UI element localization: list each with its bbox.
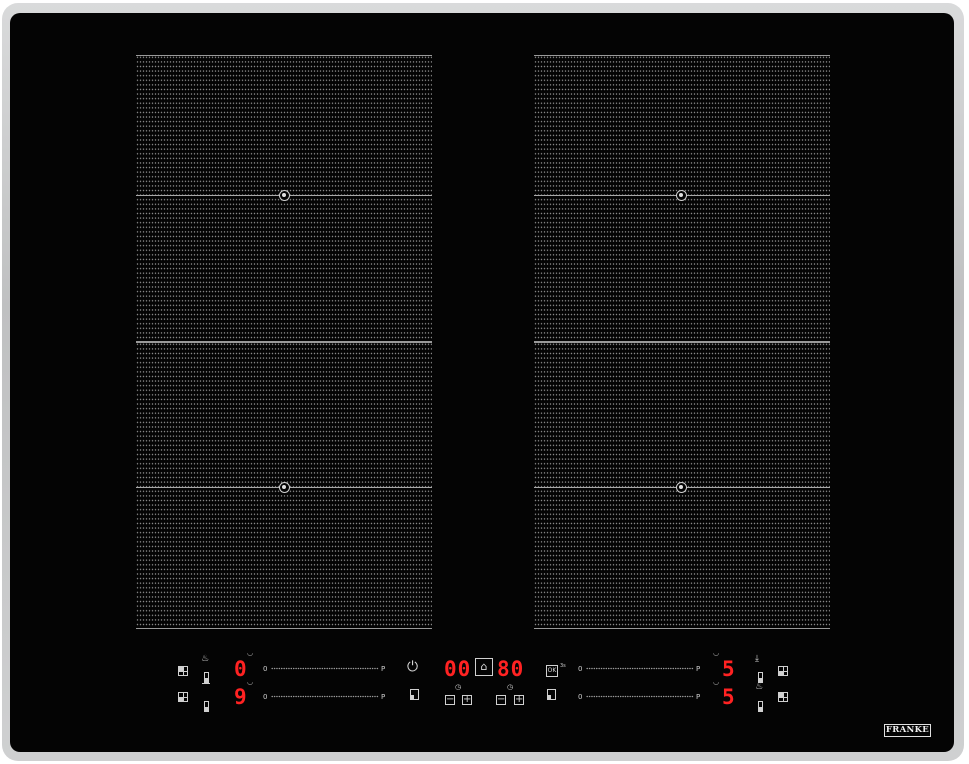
minus-icon[interactable]: − (496, 695, 506, 705)
lock-toggle-icon[interactable] (410, 689, 419, 700)
slider-min-label: 0 (578, 693, 583, 701)
right-bottom-level: 5 (722, 685, 736, 709)
zone-sensor-icon (279, 190, 290, 201)
minus-icon[interactable]: − (445, 695, 455, 705)
timer-mini-icon: ◡ (247, 678, 254, 686)
timer-mini-icon: ◡ (247, 649, 254, 657)
slider-max-label: P (696, 693, 701, 701)
power-slider-left-top[interactable] (271, 667, 379, 670)
zone-select-icon[interactable] (178, 666, 188, 676)
zone-select-icon[interactable] (178, 692, 188, 702)
zone-front-right[interactable] (534, 55, 830, 342)
pan-icon[interactable]: ♨ (201, 654, 209, 664)
timer-mini-icon: ◡ (713, 678, 720, 686)
bridge-toggle-icon[interactable] (204, 701, 209, 712)
zone-select-icon[interactable] (778, 692, 788, 702)
zone-select-icon[interactable] (778, 666, 788, 676)
timer-mini-icon: ◡ (713, 649, 720, 657)
zone-sensor-icon (279, 482, 290, 493)
brand-logo: FRANKE (884, 724, 931, 737)
bridge-bar-icon[interactable] (202, 683, 210, 684)
power-icon[interactable]: ⏻ (407, 660, 418, 674)
timer-icon: ◷ (455, 683, 462, 691)
plus-icon[interactable]: + (462, 695, 472, 705)
slider-max-label: P (381, 693, 386, 701)
zone-rear-left[interactable] (136, 342, 432, 629)
timer-right-display: 80 (497, 657, 525, 681)
lock-toggle-icon[interactable] (547, 689, 556, 700)
left-top-level: 0 (234, 657, 248, 681)
bridge-toggle-icon[interactable] (758, 672, 763, 683)
zone-sensor-icon (676, 190, 687, 201)
left-bottom-level: 9 (234, 685, 248, 709)
pot-icon[interactable]: ♨ (755, 682, 763, 692)
bridge-toggle-icon[interactable] (758, 701, 763, 712)
slider-min-label: 0 (263, 665, 268, 673)
slider-min-label: 0 (578, 665, 583, 673)
plus-icon[interactable]: + (514, 695, 524, 705)
zone-front-left[interactable] (136, 55, 432, 342)
ok-hold-label: 3s (560, 663, 566, 669)
right-top-level: 5 (722, 657, 736, 681)
timer-icon: ◷ (507, 683, 514, 691)
slider-max-label: P (381, 665, 386, 673)
timer-left-display: 00 (444, 657, 472, 681)
bridge-toggle-icon[interactable] (204, 672, 209, 683)
power-slider-left-bottom[interactable] (271, 695, 379, 698)
keep-warm-icon[interactable]: ⤓ (755, 654, 759, 664)
ok-lock-icon[interactable]: OK (546, 665, 558, 677)
slider-min-label: 0 (263, 693, 268, 701)
power-slider-right-bottom[interactable] (586, 695, 694, 698)
chef-hat-icon[interactable]: ⌂ (475, 658, 493, 676)
slider-max-label: P (696, 665, 701, 673)
zone-rear-right[interactable] (534, 342, 830, 629)
power-slider-right-top[interactable] (586, 667, 694, 670)
zone-sensor-icon (676, 482, 687, 493)
